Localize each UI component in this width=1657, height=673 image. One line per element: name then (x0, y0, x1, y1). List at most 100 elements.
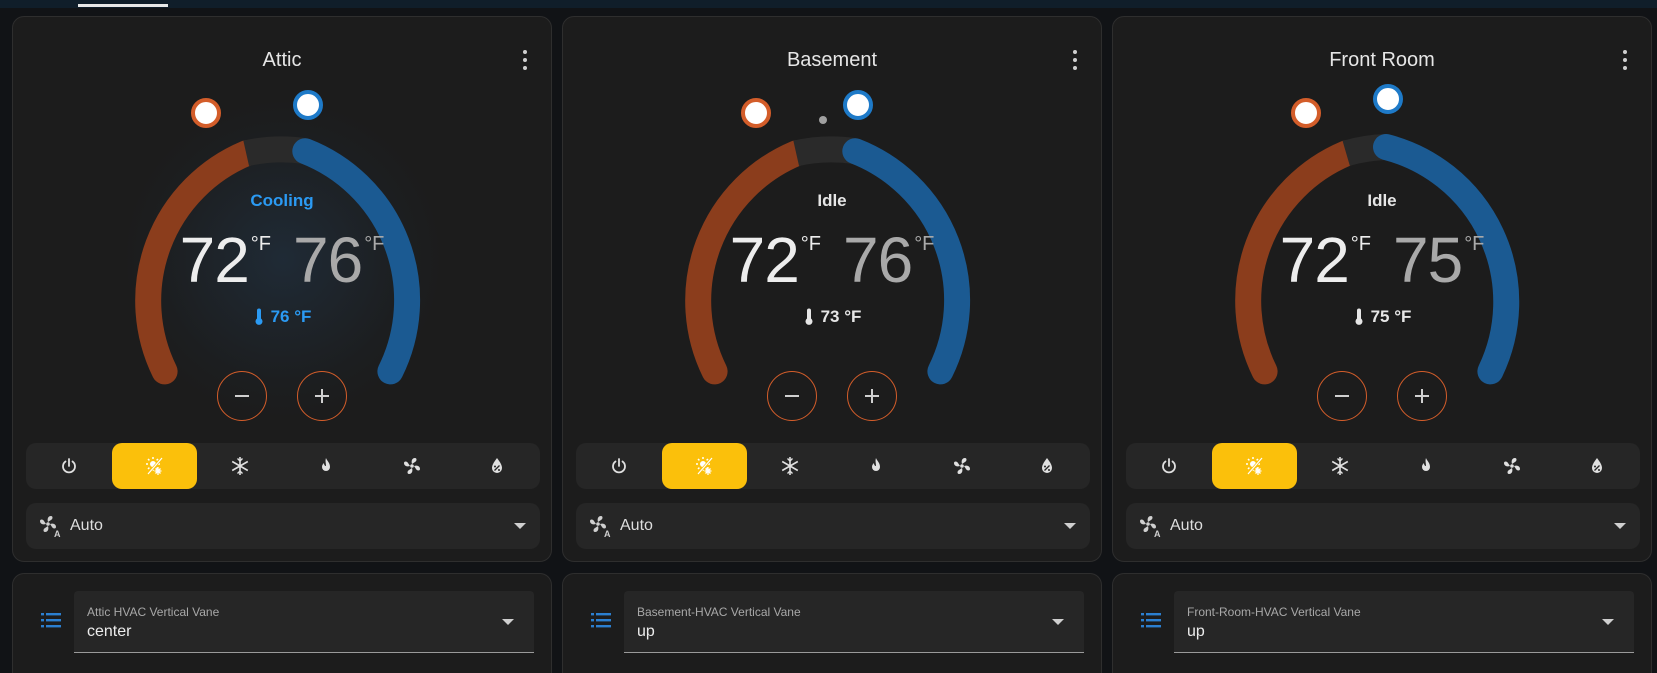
mode-dry-button[interactable] (1554, 443, 1640, 489)
hvac-action-label: Idle (817, 191, 847, 210)
low-setpoint-handle[interactable] (191, 98, 221, 128)
card-title: Front Room (1329, 49, 1435, 71)
low-setpoint[interactable]: 72 °F (730, 225, 821, 305)
thermometer-icon (805, 308, 813, 325)
high-setpoint[interactable]: 75 °F (1393, 225, 1484, 305)
unit-label: °F (364, 233, 385, 255)
water-percent-icon (492, 458, 503, 473)
sun-snowflake-icon (145, 457, 163, 475)
high-setpoint[interactable]: 76 °F (843, 225, 934, 305)
fan-mode-select[interactable]: A Auto (1126, 503, 1640, 549)
high-setpoint-handle[interactable] (843, 90, 873, 120)
snowflake-icon (1331, 457, 1349, 475)
mode-cool-button[interactable] (1297, 443, 1383, 489)
fan-mode-select[interactable]: A Auto (576, 503, 1090, 549)
dropdown-arrow-icon (502, 619, 514, 625)
current-temperature-value: 75 °F (1370, 307, 1412, 326)
decrease-button[interactable] (217, 371, 267, 421)
svg-text:A: A (1154, 529, 1161, 538)
mode-fan-button[interactable] (919, 443, 1005, 489)
vane-card-front-room: Front-Room-HVAC Vertical Vane up (1112, 573, 1652, 673)
vane-field-value: center (87, 623, 132, 640)
fan-mode-select[interactable]: A Auto (26, 503, 540, 549)
hvac-mode-bar (26, 443, 540, 489)
mode-fan-button[interactable] (369, 443, 455, 489)
low-setpoint[interactable]: 72 °F (1280, 225, 1371, 305)
format-list-icon (41, 613, 61, 628)
active-tab-indicator (78, 4, 168, 7)
snowflake-icon (231, 457, 249, 475)
vane-field-label: Front-Room-HVAC Vertical Vane (1187, 605, 1361, 619)
minus-icon (1335, 395, 1349, 397)
vertical-vane-select[interactable]: Basement-HVAC Vertical Vane up (624, 591, 1084, 653)
dropdown-arrow-icon (1052, 619, 1064, 625)
fan-icon (403, 458, 420, 474)
fan-mode-value: Auto (1170, 517, 1203, 534)
vane-card-basement: Basement-HVAC Vertical Vane up (562, 573, 1102, 673)
mode-off-button[interactable] (576, 443, 662, 489)
thermostat-card-basement: Basement Idle 72 °F 76 °F 73 °F A Auto (562, 16, 1102, 562)
sun-snowflake-icon (695, 457, 713, 475)
hvac-action-label: Cooling (250, 191, 314, 210)
current-temperature: 73 °F (563, 307, 1101, 327)
minus-icon (785, 395, 799, 397)
mode-dry-button[interactable] (454, 443, 540, 489)
mode-heat-cool-button[interactable] (111, 443, 198, 489)
card-title: Attic (262, 49, 302, 71)
dropdown-arrow-icon (1614, 523, 1626, 529)
mode-heat-button[interactable] (1383, 443, 1469, 489)
increase-button[interactable] (297, 371, 347, 421)
high-setpoint-handle[interactable] (1373, 84, 1403, 114)
vertical-vane-select[interactable]: Front-Room-HVAC Vertical Vane up (1174, 591, 1634, 653)
minus-icon (235, 395, 249, 397)
decrease-button[interactable] (767, 371, 817, 421)
more-menu-button[interactable] (1065, 47, 1085, 73)
hvac-mode-bar (576, 443, 1090, 489)
mode-heat-cool-button[interactable] (1211, 443, 1298, 489)
mode-off-button[interactable] (1126, 443, 1212, 489)
mode-fan-button[interactable] (1469, 443, 1555, 489)
low-setpoint-value: 72 (179, 224, 250, 296)
thermostat-card-attic: Attic Cooling 72 °F 76 °F 76 °F A Auto (12, 16, 552, 562)
increase-button[interactable] (847, 371, 897, 421)
vane-field-value: up (1187, 623, 1205, 640)
fan-mode-value: Auto (620, 517, 653, 534)
snowflake-icon (781, 457, 799, 475)
mode-heat-cool-button[interactable] (661, 443, 748, 489)
thermostat-card-front-room: Front Room Idle 72 °F 75 °F 75 °F A Auto (1112, 16, 1652, 562)
svg-text:A: A (604, 529, 611, 538)
more-menu-button[interactable] (515, 47, 535, 73)
fan-auto-icon: A (40, 516, 61, 538)
low-setpoint-value: 72 (729, 224, 800, 296)
unit-label: °F (800, 233, 821, 255)
decrease-button[interactable] (1317, 371, 1367, 421)
fire-icon (871, 458, 880, 471)
unit-label: °F (1464, 233, 1485, 255)
current-temperature-value: 76 °F (270, 307, 312, 326)
thermometer-icon (1355, 308, 1363, 325)
unit-label: °F (1350, 233, 1371, 255)
more-menu-button[interactable] (1615, 47, 1635, 73)
card-title: Basement (786, 49, 878, 71)
vertical-vane-select[interactable]: Attic HVAC Vertical Vane center (74, 591, 534, 653)
low-setpoint[interactable]: 72 °F (180, 225, 271, 305)
top-toolbar (0, 0, 1657, 8)
mode-heat-button[interactable] (283, 443, 369, 489)
mode-cool-button[interactable] (197, 443, 283, 489)
mode-cool-button[interactable] (747, 443, 833, 489)
sun-snowflake-icon (1245, 457, 1263, 475)
high-setpoint-value: 75 (1393, 224, 1463, 296)
mode-heat-button[interactable] (833, 443, 919, 489)
high-setpoint[interactable]: 76 °F (293, 225, 384, 305)
hvac-action-label: Idle (1367, 191, 1397, 210)
high-setpoint-value: 76 (843, 224, 913, 296)
low-setpoint-handle[interactable] (741, 98, 771, 128)
fire-icon (1421, 458, 1430, 471)
mode-off-button[interactable] (26, 443, 112, 489)
fan-icon (1503, 458, 1520, 474)
high-setpoint-handle[interactable] (293, 90, 323, 120)
increase-button[interactable] (1397, 371, 1447, 421)
mode-dry-button[interactable] (1004, 443, 1090, 489)
low-setpoint-handle[interactable] (1291, 98, 1321, 128)
fan-mode-value: Auto (70, 517, 103, 534)
